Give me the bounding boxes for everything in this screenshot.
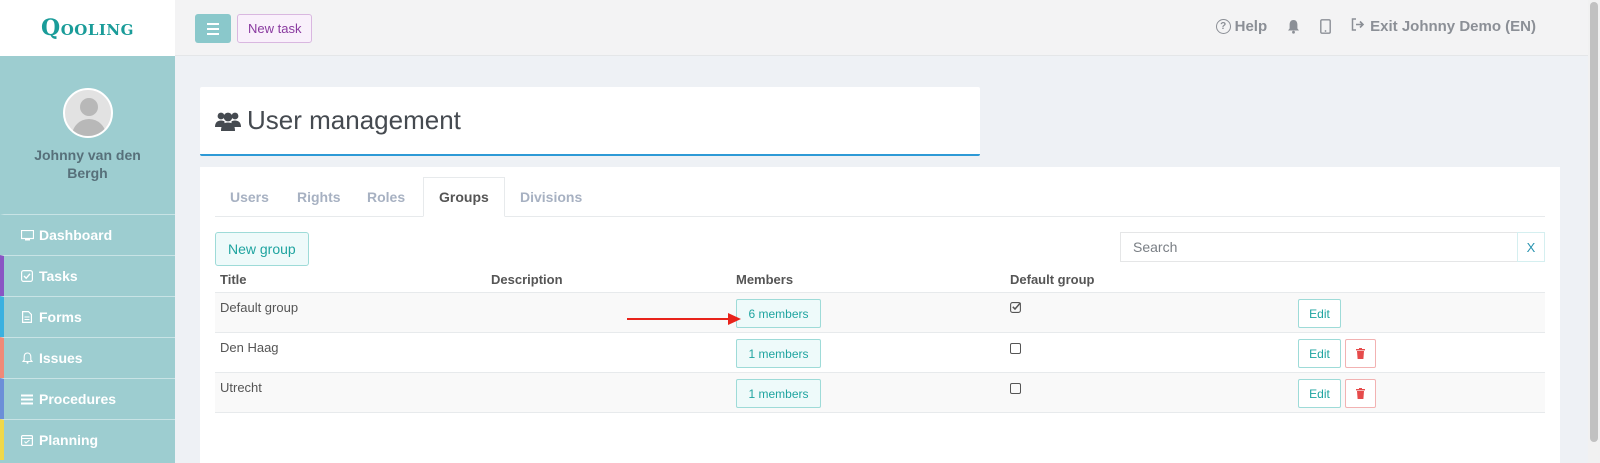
group-title: Den Haag — [220, 340, 279, 355]
group-title: Default group — [220, 300, 299, 315]
unchecked-checkbox-icon — [1010, 383, 1021, 394]
annotation-arrow — [627, 313, 741, 325]
search-input[interactable] — [1120, 232, 1518, 262]
help-link[interactable]: ? Help — [1215, 18, 1268, 35]
sign-out-icon — [1351, 18, 1365, 35]
group-title: Utrecht — [220, 380, 262, 395]
column-header-default-group: Default group — [1010, 272, 1095, 287]
members-button[interactable]: 6 members — [736, 299, 821, 328]
checked-checkbox-icon — [1010, 301, 1022, 316]
page-scrollbar[interactable] — [1588, 0, 1600, 463]
members-button[interactable]: 1 members — [736, 339, 821, 368]
clear-search-button[interactable]: X — [1517, 232, 1545, 262]
top-bar: New task ? Help Exit Johnny Demo (EN) — [175, 0, 1588, 56]
table-header: Title Description Members Default group — [215, 267, 1545, 293]
column-header-members: Members — [736, 272, 794, 287]
menu-toggle-button[interactable] — [195, 14, 231, 43]
question-icon: ? — [1215, 19, 1231, 34]
hamburger-icon — [207, 22, 219, 25]
column-header-title: Title — [220, 272, 247, 287]
sidebar-item-planning[interactable]: Planning — [0, 419, 175, 460]
new-task-button[interactable]: New task — [237, 14, 313, 43]
sidebar-item-label: Dashboard — [39, 227, 113, 243]
sidebar-item-dashboard[interactable]: Dashboard — [0, 214, 175, 255]
trash-icon — [1356, 388, 1365, 399]
monitor-icon — [20, 229, 34, 241]
new-group-button[interactable]: New group — [215, 232, 309, 266]
sidebar-item-label: Planning — [39, 432, 99, 448]
sidebar-item-procedures[interactable]: Procedures — [0, 378, 175, 419]
notifications-icon[interactable] — [1287, 19, 1300, 34]
tab-users[interactable]: Users — [215, 177, 284, 217]
page-title: User management — [247, 105, 461, 135]
tab-roles[interactable]: Roles — [352, 177, 420, 217]
edit-button[interactable]: Edit — [1298, 339, 1341, 368]
trash-icon — [1356, 348, 1365, 359]
unchecked-checkbox-icon — [1010, 343, 1021, 354]
users-icon — [215, 110, 241, 132]
exit-label: Exit Johnny Demo (EN) — [1370, 18, 1536, 35]
sidebar-item-forms[interactable]: Forms — [0, 296, 175, 337]
calendar-icon — [20, 434, 34, 446]
sidebar-item-tasks[interactable]: Tasks — [0, 255, 175, 296]
table-row: Default group 6 members Edit — [215, 293, 1545, 333]
profile-name: Johnny van den Bergh — [34, 147, 141, 181]
members-button[interactable]: 1 members — [736, 379, 821, 408]
logo-area: Qooling — [0, 0, 175, 56]
exit-link[interactable]: Exit Johnny Demo (EN) — [1351, 18, 1536, 35]
main-content: Users Rights Roles Groups Divisions New … — [200, 167, 1560, 463]
document-icon — [20, 311, 34, 323]
tab-divisions[interactable]: Divisions — [505, 177, 597, 217]
sidebar-item-label: Tasks — [39, 268, 78, 284]
sidebar-item-label: Forms — [39, 309, 82, 325]
top-right-links: ? Help Exit Johnny Demo (EN) — [1215, 18, 1536, 35]
delete-button[interactable] — [1345, 339, 1376, 368]
tab-groups[interactable]: Groups — [423, 177, 505, 217]
table-row: Den Haag 1 members Edit — [215, 333, 1545, 373]
column-header-description: Description — [491, 272, 563, 287]
logo[interactable]: Qooling — [41, 15, 134, 41]
edit-button[interactable]: Edit — [1298, 299, 1341, 328]
edit-button[interactable]: Edit — [1298, 379, 1341, 408]
tab-bar: Users Rights Roles Groups Divisions — [215, 177, 1545, 217]
tablet-icon[interactable] — [1320, 19, 1332, 34]
list-icon — [20, 393, 34, 405]
bell-icon — [20, 352, 34, 364]
sidebar-item-label: Procedures — [39, 391, 117, 407]
title-panel: User management — [200, 87, 980, 156]
help-label: Help — [1234, 18, 1268, 35]
sidebar-item-issues[interactable]: Issues — [0, 337, 175, 378]
sidebar-item-label: Issues — [39, 350, 83, 366]
avatar[interactable] — [62, 88, 113, 138]
groups-table: Title Description Members Default group … — [215, 267, 1545, 413]
sidebar: Qooling Johnny van den Bergh Dashboard T… — [0, 0, 175, 463]
tab-rights[interactable]: Rights — [282, 177, 356, 217]
delete-button[interactable] — [1345, 379, 1376, 408]
check-square-icon — [20, 270, 34, 282]
table-row: Utrecht 1 members Edit — [215, 373, 1545, 413]
user-profile: Johnny van den Bergh — [0, 56, 175, 214]
